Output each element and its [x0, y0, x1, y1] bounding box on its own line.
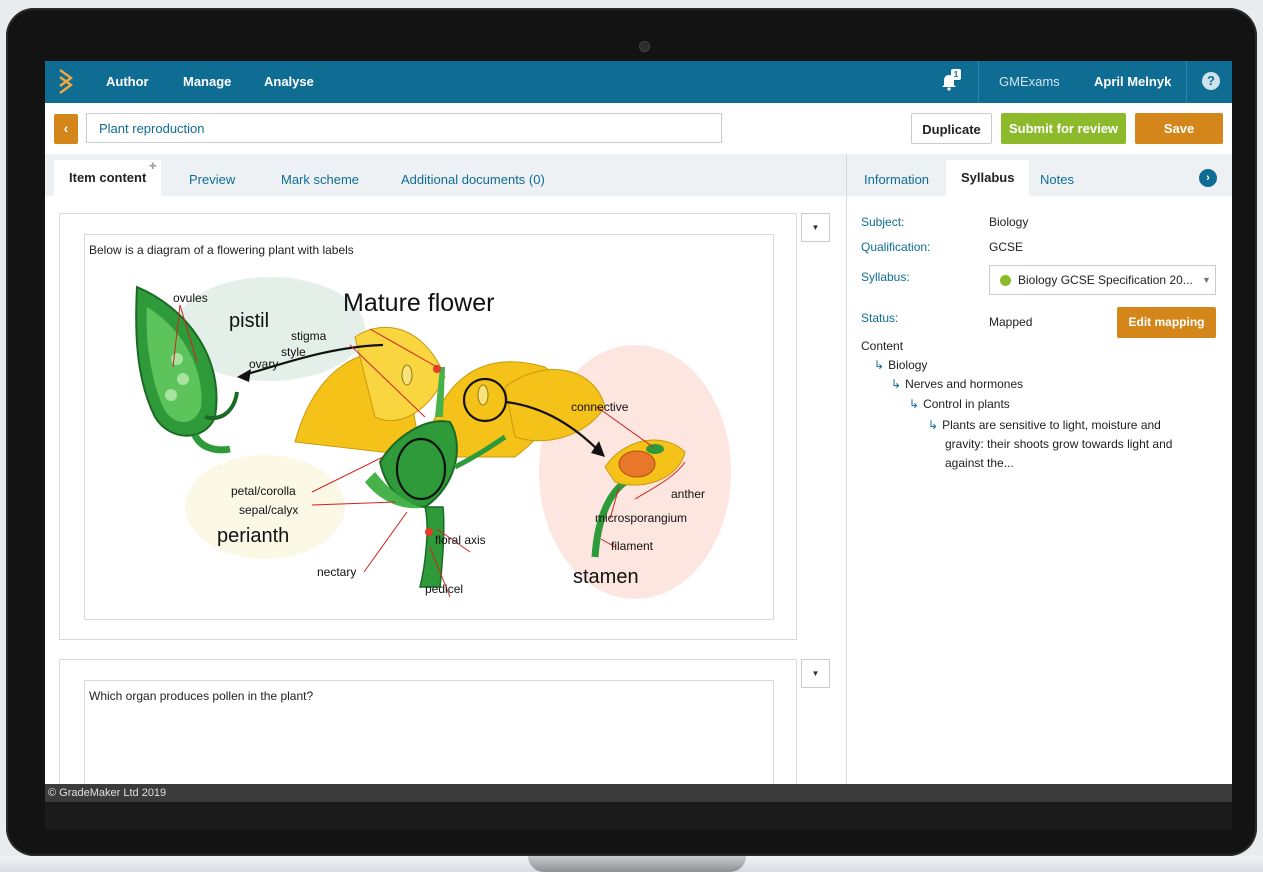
top-nav: Author Manage Analyse 1 GMExams April Me… — [45, 61, 1232, 103]
qualification-label: Qualification: — [861, 240, 931, 254]
tree-arrow-icon: ↳ — [891, 377, 902, 391]
label-stamen: stamen — [573, 566, 639, 588]
tab-item-content[interactable]: Item content — [54, 160, 162, 196]
label-sepal: sepal/calyx — [239, 503, 298, 517]
webcam — [639, 41, 650, 52]
tree-arrow-icon: ↳ — [928, 418, 939, 432]
subject-label: Subject: — [861, 215, 905, 229]
duplicate-button[interactable]: Duplicate — [911, 113, 992, 144]
question-card: Below is a diagram of a flowering plant … — [59, 213, 797, 640]
tree-arrow-icon: ↳ — [874, 358, 885, 372]
label-ovules: ovules — [173, 291, 208, 305]
tree-item[interactable]: ↳ Control in plants — [909, 397, 1010, 411]
tab-additional-documents[interactable]: Additional documents (0) — [401, 172, 545, 187]
panel-tabs: Information Syllabus Notes — [847, 154, 1232, 196]
label-style: style — [281, 345, 306, 359]
syllabus-select[interactable]: Biology GCSE Specification 20... ▼ — [989, 265, 1216, 295]
question-menu-caret[interactable]: ▼ — [801, 659, 830, 688]
syllabus-select-value: Biology GCSE Specification 20... — [1018, 273, 1193, 287]
subject-value: Biology — [989, 215, 1029, 229]
label-filament: filament — [611, 539, 654, 553]
submit-for-review-button[interactable]: Submit for review — [1001, 113, 1126, 144]
tab-mark-scheme[interactable]: Mark scheme — [281, 172, 359, 187]
nav-user[interactable]: April Melnyk — [1094, 74, 1171, 89]
laptop-bezel — [45, 802, 1232, 830]
item-title-input[interactable]: Plant reproduction — [86, 113, 722, 143]
save-button[interactable]: Save — [1135, 113, 1223, 144]
label-pistil: pistil — [229, 310, 269, 332]
tree-item[interactable]: ↳ Biology — [874, 358, 927, 372]
label-floral-axis: floral axis — [435, 533, 486, 547]
nav-divider — [1186, 61, 1187, 103]
status-label: Status: — [861, 311, 899, 325]
diagram-title: Mature flower — [343, 289, 494, 317]
app-screen: Author Manage Analyse 1 GMExams April Me… — [45, 61, 1232, 802]
back-button[interactable]: ‹ — [54, 114, 78, 144]
tab-information[interactable]: Information — [864, 172, 929, 187]
laptop-hinge — [528, 856, 746, 872]
nav-analyse[interactable]: Analyse — [264, 74, 314, 89]
tab-notes[interactable]: Notes — [1040, 172, 1074, 187]
tree-leaf-line: against the... — [945, 456, 1014, 470]
qualification-value: GCSE — [989, 240, 1024, 254]
flower-diagram: Mature flower ovules pistil ovary stigma… — [135, 277, 731, 599]
tab-syllabus[interactable]: Syllabus — [946, 160, 1030, 196]
question-menu-caret[interactable]: ▼ — [801, 213, 830, 242]
question-text: Which organ produces pollen in the plant… — [89, 689, 314, 703]
tree-item[interactable]: ↳ Nerves and hormones — [891, 377, 1023, 391]
label-anther: anther — [671, 487, 705, 501]
item-tabs: Item content ✚ Preview Mark scheme Addit… — [45, 154, 846, 196]
question-body[interactable]: Below is a diagram of a flowering plant … — [84, 234, 774, 620]
nav-divider — [978, 61, 979, 103]
tree-label: Control in plants — [923, 397, 1010, 411]
nav-manage[interactable]: Manage — [183, 74, 231, 89]
question-text: Below is a diagram of a flowering plant … — [89, 243, 354, 257]
nav-org[interactable]: GMExams — [999, 74, 1060, 89]
chevron-right-icon[interactable]: › — [1199, 169, 1217, 187]
tree-leaf[interactable]: ↳ Plants are sensitive to light, moisture… — [928, 416, 1198, 473]
pin-icon[interactable]: ✚ — [149, 161, 157, 172]
tree-leaf-line: Plants are sensitive to light, moisture … — [942, 418, 1161, 432]
tree-arrow-icon: ↳ — [909, 397, 920, 411]
label-stigma: stigma — [291, 329, 327, 343]
label-petal: petal/corolla — [231, 484, 296, 498]
label-ovary: ovary — [249, 357, 278, 371]
status-dot-icon — [1000, 275, 1011, 286]
tree-leaf-line: gravity: their shoots grow towards light… — [945, 437, 1173, 451]
gradegmaker-logo-icon[interactable] — [57, 68, 83, 96]
label-microsporangium: microsporangium — [595, 511, 687, 525]
edit-mapping-button[interactable]: Edit mapping — [1117, 307, 1216, 338]
help-icon[interactable]: ? — [1202, 72, 1220, 90]
question-card: Which organ produces pollen in the plant… — [59, 659, 797, 802]
label-pedicel: pedicel — [425, 582, 463, 596]
panel-divider — [846, 154, 847, 802]
chevron-down-icon: ▼ — [1202, 275, 1211, 285]
tree-label: Nerves and hormones — [905, 377, 1024, 391]
notification-badge: 1 — [951, 69, 961, 80]
nav-author[interactable]: Author — [106, 74, 149, 89]
footer-copyright: © GradeMaker Ltd 2019 — [45, 784, 1232, 802]
label-nectary: nectary — [317, 565, 356, 579]
tab-preview[interactable]: Preview — [189, 172, 235, 187]
content-heading: Content — [861, 339, 904, 353]
tree-label: Biology — [888, 358, 928, 372]
status-value: Mapped — [989, 315, 1033, 329]
label-perianth: perianth — [217, 525, 289, 547]
label-connective: connective — [571, 400, 629, 414]
syllabus-label: Syllabus: — [861, 270, 910, 284]
